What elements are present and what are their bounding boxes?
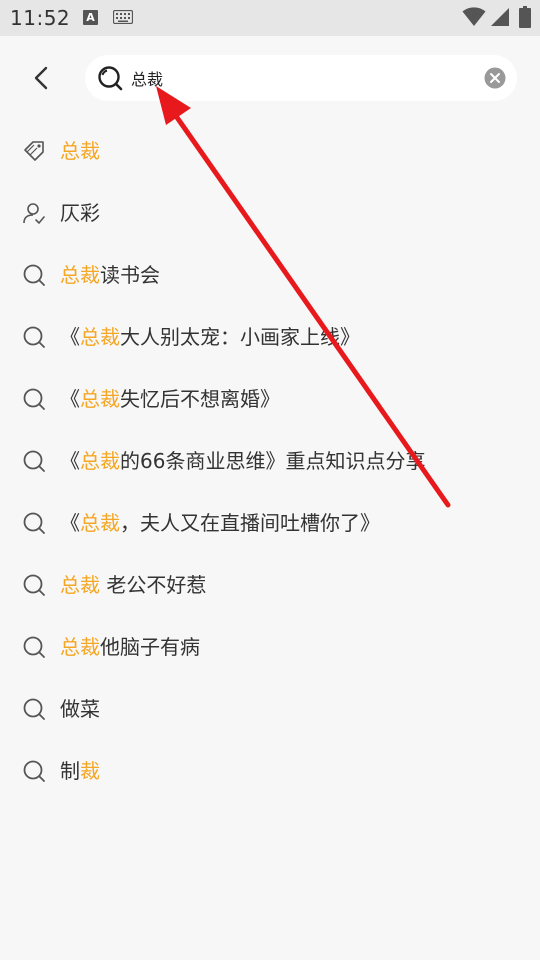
suggestion-item[interactable]: 制裁: [0, 740, 540, 802]
wifi-icon: [462, 7, 486, 26]
highlighted-keyword: 总裁: [60, 263, 100, 287]
search-bar[interactable]: [85, 55, 517, 101]
keyboard-icon: [113, 10, 133, 24]
suggestion-item[interactable]: 仄彩: [0, 182, 540, 244]
highlighted-keyword: 裁: [80, 759, 100, 783]
suggestion-text: 《总裁的66条商业思维》重点知识点分享: [60, 447, 425, 475]
suggestion-item[interactable]: 总裁他脑子有病: [0, 616, 540, 678]
highlighted-keyword: 总裁: [60, 573, 100, 597]
suggestion-text: 制裁: [60, 757, 100, 785]
suggestion-text: 仄彩: [60, 199, 100, 227]
highlighted-keyword: 总裁: [80, 449, 120, 473]
suggestion-text-part: 《: [60, 511, 80, 535]
suggestion-text: 《总裁，夫人又在直播间吐槽你了》: [60, 509, 380, 537]
search-icon: [22, 263, 46, 287]
search-icon: [98, 66, 123, 91]
suggestion-text-part: 仄彩: [60, 201, 100, 225]
suggestion-text: 《总裁失忆后不想离婚》: [60, 385, 280, 413]
signal-icon: [491, 8, 509, 26]
search-input[interactable]: [131, 66, 461, 90]
suggestion-item[interactable]: 总裁: [0, 120, 540, 182]
suggestion-text-part: 大人别太宠：小画家上线》: [120, 325, 360, 349]
suggestion-text-part: 《: [60, 449, 80, 473]
suggestion-item[interactable]: 总裁读书会: [0, 244, 540, 306]
suggestion-item[interactable]: 总裁 老公不好惹: [0, 554, 540, 616]
search-icon: [22, 387, 46, 411]
suggestion-text-part: 失忆后不想离婚》: [120, 387, 280, 411]
tag-icon: [22, 139, 46, 163]
suggestion-item[interactable]: 《总裁，夫人又在直播间吐槽你了》: [0, 492, 540, 554]
highlighted-keyword: 总裁: [60, 139, 100, 163]
suggestion-text-part: 做菜: [60, 697, 100, 721]
suggestion-text-part: 《: [60, 325, 80, 349]
suggestion-text: 《总裁大人别太宠：小画家上线》: [60, 323, 360, 351]
highlighted-keyword: 总裁: [80, 325, 120, 349]
search-icon: [22, 697, 46, 721]
suggestion-text-part: 的66条商业思维》重点知识点分享: [120, 449, 426, 473]
highlighted-keyword: 总裁: [80, 387, 120, 411]
battery-icon: [519, 6, 531, 28]
search-icon: [22, 449, 46, 473]
suggestion-text: 做菜: [60, 695, 100, 723]
suggestion-text-part: ，夫人又在直播间吐槽你了》: [120, 511, 380, 535]
suggestion-text-part: 他脑子有病: [100, 635, 200, 659]
search-icon: [22, 573, 46, 597]
suggestion-text: 总裁: [60, 137, 100, 165]
suggestion-text-part: 制: [60, 759, 80, 783]
status-time: 11:52: [10, 6, 71, 30]
a-notification-icon: A: [83, 10, 98, 25]
back-arrow-icon[interactable]: [26, 62, 58, 94]
status-bar: 11:52 A: [0, 0, 540, 36]
suggestion-item[interactable]: 做菜: [0, 678, 540, 740]
suggestion-text: 总裁他脑子有病: [60, 633, 200, 661]
suggestion-text-part: 《: [60, 387, 80, 411]
suggestion-list: 总裁 仄彩 总裁读书会 《总裁大人别太宠：小画家上线》 《总裁失忆后不想离婚》 《总裁的6…: [0, 120, 540, 802]
search-icon: [22, 759, 46, 783]
suggestion-item[interactable]: 《总裁的66条商业思维》重点知识点分享: [0, 430, 540, 492]
highlighted-keyword: 总裁: [80, 511, 120, 535]
highlighted-keyword: 总裁: [60, 635, 100, 659]
clear-icon[interactable]: [484, 67, 506, 89]
suggestion-text: 总裁 老公不好惹: [60, 571, 206, 599]
suggestion-item[interactable]: 《总裁大人别太宠：小画家上线》: [0, 306, 540, 368]
search-icon: [22, 325, 46, 349]
suggestion-text: 总裁读书会: [60, 261, 160, 289]
suggestion-item[interactable]: 《总裁失忆后不想离婚》: [0, 368, 540, 430]
search-icon: [22, 511, 46, 535]
suggestion-text-part: 老公不好惹: [100, 573, 207, 597]
search-icon: [22, 635, 46, 659]
user-icon: [22, 201, 46, 225]
suggestion-text-part: 读书会: [100, 263, 160, 287]
